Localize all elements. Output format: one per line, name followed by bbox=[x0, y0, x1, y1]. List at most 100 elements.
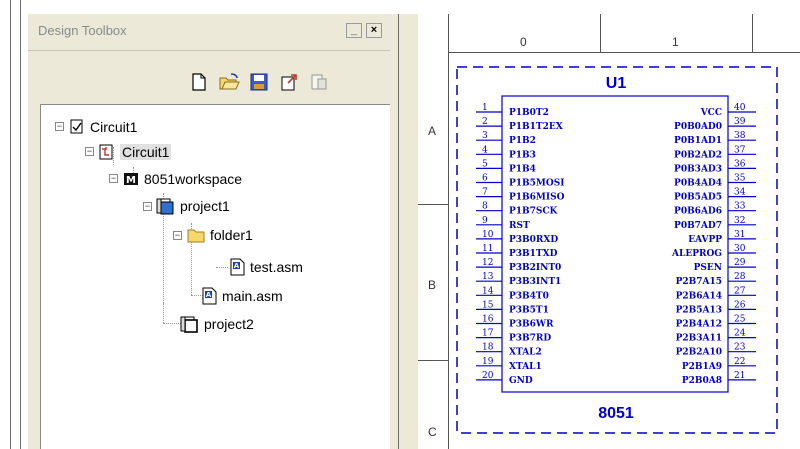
pin-name: RST bbox=[509, 221, 530, 231]
pin-name: P0B2AD2 bbox=[674, 150, 722, 160]
pin-name: P3B1TXD bbox=[509, 249, 558, 259]
splitter-line bbox=[398, 14, 399, 449]
component-ref: U1 bbox=[606, 75, 627, 92]
pin-group: 1 P1B0T2 2 P1B1T2EX 3 P1B2 4 P1B3 5 P1B4 6 P1B5MOSI… bbox=[476, 103, 756, 386]
asm-file-icon: A bbox=[230, 258, 245, 276]
pin-number: 24 bbox=[734, 329, 746, 339]
pin-name: P2B6A14 bbox=[676, 291, 722, 301]
frame-left-inner bbox=[20, 0, 21, 449]
pin-name: VCC bbox=[700, 108, 722, 118]
pin-number: 20 bbox=[482, 371, 494, 381]
pin-name: P3B0RXD bbox=[509, 235, 558, 245]
collapse-toggle[interactable]: − bbox=[85, 147, 94, 156]
svg-text:A: A bbox=[234, 262, 240, 270]
tree-item-label: 8051workspace bbox=[144, 171, 243, 187]
pin-number: 25 bbox=[734, 315, 746, 325]
pin-number: 2 bbox=[482, 117, 488, 127]
design-toolbox-panel: Design Toolbox _ × − Circuit1 − Circuit1… bbox=[28, 14, 392, 449]
schematic-canvas[interactable]: 0 1 A B C U1 8051 1 P1B0T2 2 P1B1T2EX 3 P1B2 4… bbox=[400, 14, 800, 449]
minimize-icon: _ bbox=[350, 24, 358, 36]
tree-item-project1[interactable]: project1 bbox=[155, 196, 230, 216]
properties-icon[interactable] bbox=[308, 71, 330, 93]
pin-number: 11 bbox=[482, 244, 493, 254]
save-icon[interactable] bbox=[248, 71, 270, 93]
pin-name: P2B0A8 bbox=[682, 376, 722, 386]
tree-item-folder1[interactable]: folder1 bbox=[187, 225, 253, 245]
pin-number: 10 bbox=[482, 230, 494, 240]
pin-number: 21 bbox=[734, 371, 745, 381]
ruler-tick bbox=[418, 360, 448, 361]
toolbox-title: Design Toolbox bbox=[38, 23, 127, 38]
pin-number: 5 bbox=[482, 159, 488, 169]
pin-number: 26 bbox=[734, 300, 746, 310]
tree-item-main-asm[interactable]: A main.asm bbox=[201, 286, 283, 306]
pin-name: P1B5MOSI bbox=[509, 179, 564, 189]
pin-number: 31 bbox=[734, 230, 745, 240]
close-button[interactable]: × bbox=[366, 23, 382, 38]
export-icon[interactable] bbox=[278, 71, 300, 93]
column-label: 1 bbox=[672, 35, 679, 49]
tree-connector bbox=[163, 303, 164, 323]
asm-file-icon: A bbox=[202, 287, 217, 305]
pin-name: XTAL2 bbox=[509, 348, 542, 358]
frame-left bbox=[10, 0, 11, 449]
project-tree: − Circuit1 − Circuit1 − M 8051workspace bbox=[40, 104, 392, 449]
collapse-toggle[interactable]: − bbox=[109, 174, 118, 183]
pin-number: 40 bbox=[734, 103, 746, 113]
collapse-toggle[interactable]: − bbox=[143, 202, 152, 211]
pin-number: 4 bbox=[482, 145, 488, 155]
ruler-tick bbox=[448, 14, 449, 52]
open-folder-icon[interactable] bbox=[218, 71, 240, 93]
minimize-button[interactable]: _ bbox=[346, 23, 362, 38]
pin-name: EAVPP bbox=[688, 235, 722, 245]
collapse-toggle[interactable]: − bbox=[55, 122, 64, 131]
pin-name: P2B4A12 bbox=[676, 320, 722, 330]
pin-number: 17 bbox=[482, 329, 494, 339]
project-icon bbox=[156, 198, 174, 215]
tree-item-test-asm[interactable]: A test.asm bbox=[229, 257, 303, 277]
pin-name: P0B4AD4 bbox=[674, 179, 722, 189]
pin-number: 19 bbox=[482, 357, 494, 367]
pin-number: 30 bbox=[734, 244, 746, 254]
new-file-icon[interactable] bbox=[188, 71, 210, 93]
pin-number: 38 bbox=[734, 131, 746, 141]
tree-item-label: folder1 bbox=[210, 227, 253, 243]
tree-item-label: Circuit1 bbox=[90, 119, 138, 135]
pin-name: P2B7A15 bbox=[676, 277, 722, 287]
pin-name: P1B1T2EX bbox=[509, 122, 563, 132]
pin-name: P1B7SCK bbox=[509, 207, 559, 217]
pin-number: 12 bbox=[482, 258, 493, 268]
tree-item-workspace[interactable]: M 8051workspace bbox=[123, 169, 242, 189]
checkbox-icon bbox=[70, 119, 83, 134]
tree-item-project2[interactable]: project2 bbox=[179, 314, 254, 334]
ruler-tick bbox=[752, 14, 753, 52]
close-icon: × bbox=[370, 24, 378, 36]
pin-name: XTAL1 bbox=[509, 362, 542, 372]
pin-name: P1B2 bbox=[509, 136, 536, 146]
tree-item-label: main.asm bbox=[222, 288, 283, 304]
pin-name: ALEPROG bbox=[671, 249, 722, 259]
pin-name: P3B4T0 bbox=[509, 291, 549, 301]
pin-name: P3B2INT0 bbox=[509, 263, 561, 273]
tree-item-circuit[interactable]: Circuit1 bbox=[97, 142, 172, 162]
collapse-toggle[interactable]: − bbox=[173, 231, 182, 240]
pin-number: 1 bbox=[482, 103, 488, 113]
pin-name: P2B3A11 bbox=[676, 334, 722, 344]
row-label: A bbox=[428, 124, 437, 138]
project-icon bbox=[180, 316, 198, 333]
pin-number: 33 bbox=[734, 202, 746, 212]
pin-number: 22 bbox=[734, 357, 745, 367]
toolbox-titlebar: Design Toolbox _ × bbox=[28, 14, 390, 51]
tree-item-root-circuit[interactable]: Circuit1 bbox=[69, 117, 137, 137]
ruler-tick bbox=[600, 14, 601, 52]
component-8051[interactable]: U1 8051 1 P1B0T2 2 P1B1T2EX 3 P1B2 4 P1B3 5 P1B4 6… bbox=[456, 66, 780, 436]
pin-number: 14 bbox=[482, 286, 494, 296]
pin-name: P0B1AD1 bbox=[674, 136, 722, 146]
pin-name: P0B3AD3 bbox=[674, 164, 722, 174]
pin-number: 3 bbox=[482, 131, 488, 141]
pin-name: P0B5AD5 bbox=[674, 193, 722, 203]
pin-number: 18 bbox=[482, 343, 494, 353]
column-ruler: 0 1 bbox=[418, 14, 800, 53]
pin-number: 23 bbox=[734, 343, 746, 353]
folder-icon bbox=[187, 229, 205, 243]
